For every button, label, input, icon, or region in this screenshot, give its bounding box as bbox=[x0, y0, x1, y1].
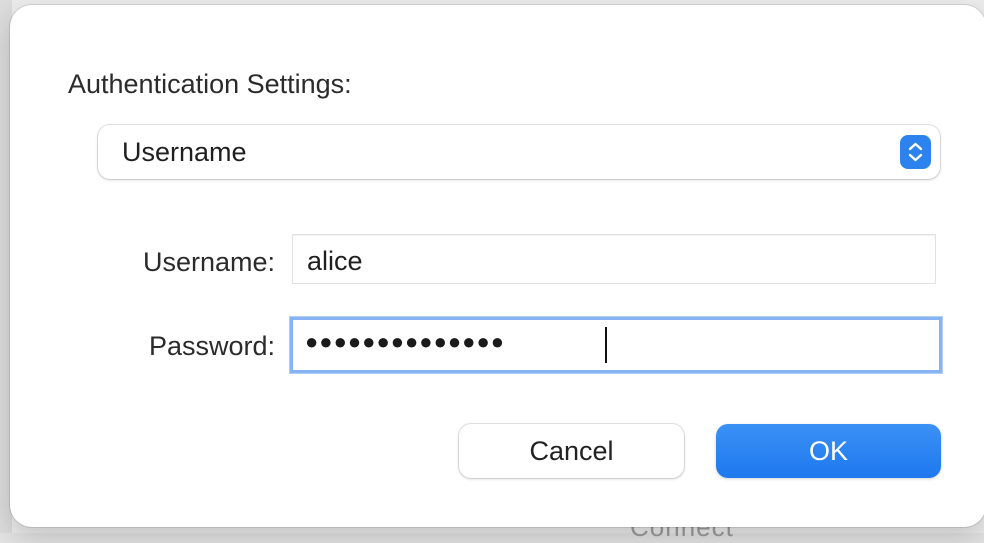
username-value: alice bbox=[307, 246, 363, 276]
authentication-method-value: Username bbox=[122, 137, 247, 167]
password-masked-value: ●●●●●●●●●●●●●● bbox=[305, 329, 506, 354]
authentication-dialog: Authentication Settings: Username Userna… bbox=[10, 5, 984, 527]
authentication-settings-label: Authentication Settings: bbox=[68, 69, 352, 99]
up-down-chevron-icon bbox=[900, 135, 931, 169]
password-label: Password: bbox=[148, 331, 275, 361]
password-field[interactable]: ●●●●●●●●●●●●●● bbox=[290, 317, 942, 373]
text-cursor bbox=[605, 327, 607, 363]
username-label: Username: bbox=[142, 247, 275, 277]
cancel-button[interactable]: Cancel bbox=[459, 424, 684, 478]
username-field[interactable]: alice bbox=[292, 234, 936, 284]
ok-button[interactable]: OK bbox=[716, 424, 941, 478]
authentication-method-popup[interactable]: Username bbox=[98, 125, 940, 179]
